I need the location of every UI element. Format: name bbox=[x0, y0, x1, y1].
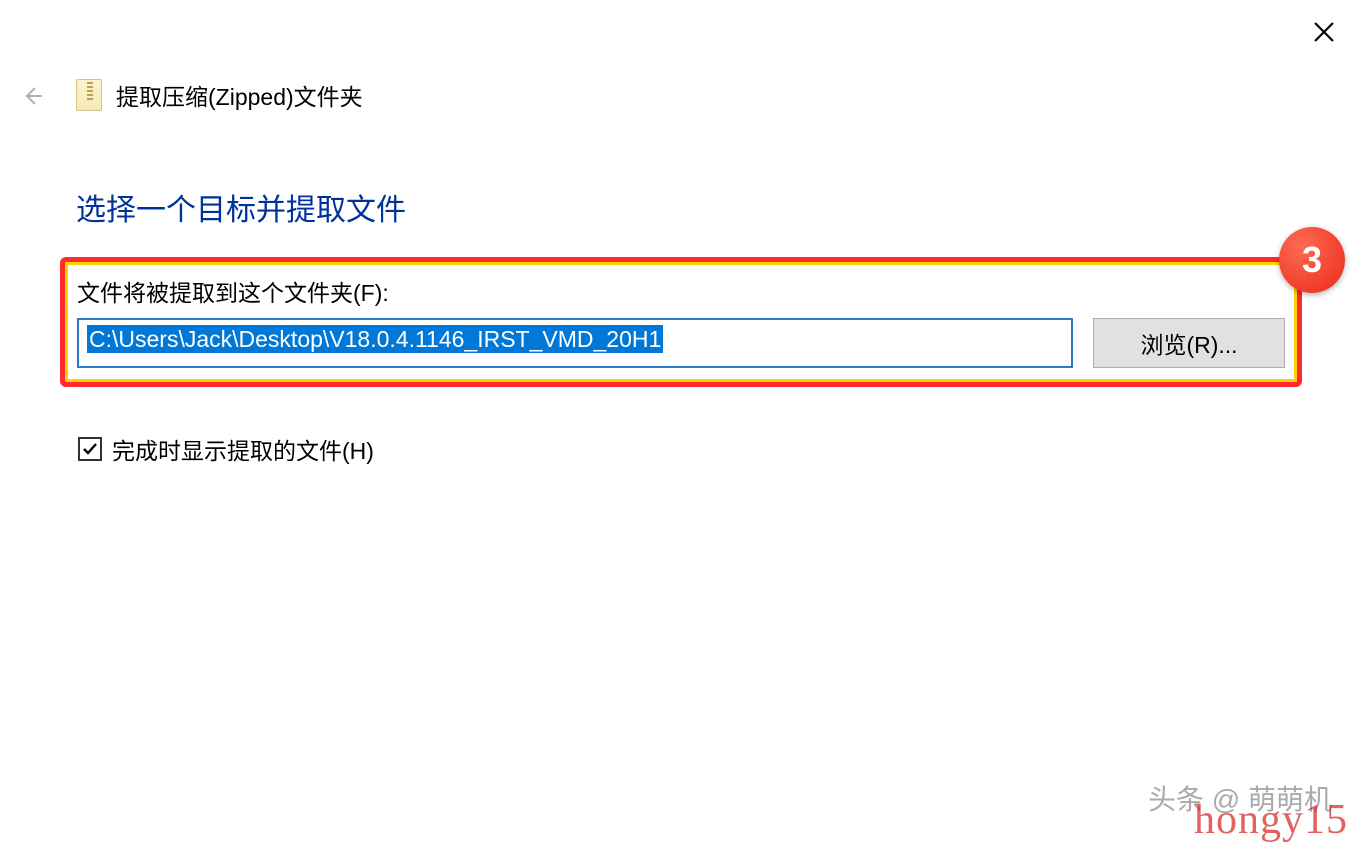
highlight-annotation-box: 3 文件将被提取到这个文件夹(F): C:\Users\Jack\Desktop… bbox=[60, 257, 1302, 387]
back-button[interactable] bbox=[18, 82, 46, 110]
checkmark-icon bbox=[82, 441, 98, 457]
watermark-author: hongy15 bbox=[1194, 796, 1348, 844]
close-icon bbox=[1313, 21, 1335, 43]
extract-folder-label: 文件将被提取到这个文件夹(F): bbox=[77, 274, 1285, 308]
title-bar: 提取压缩(Zipped)文件夹 bbox=[76, 78, 363, 112]
show-files-checkbox-label: 完成时显示提取的文件(H) bbox=[112, 432, 374, 466]
browse-button[interactable]: 浏览(R)... bbox=[1093, 318, 1285, 368]
close-button[interactable] bbox=[1310, 18, 1338, 46]
back-arrow-icon bbox=[20, 84, 44, 108]
extract-path-input[interactable]: C:\Users\Jack\Desktop\V18.0.4.1146_IRST_… bbox=[77, 318, 1073, 368]
zip-folder-icon bbox=[76, 79, 102, 111]
show-files-checkbox[interactable] bbox=[78, 437, 102, 461]
extract-path-value: C:\Users\Jack\Desktop\V18.0.4.1146_IRST_… bbox=[87, 325, 663, 353]
show-files-checkbox-row: 完成时显示提取的文件(H) bbox=[78, 432, 374, 466]
step-badge: 3 bbox=[1279, 227, 1345, 293]
section-heading: 选择一个目标并提取文件 bbox=[76, 185, 406, 229]
dialog-title: 提取压缩(Zipped)文件夹 bbox=[116, 78, 363, 112]
